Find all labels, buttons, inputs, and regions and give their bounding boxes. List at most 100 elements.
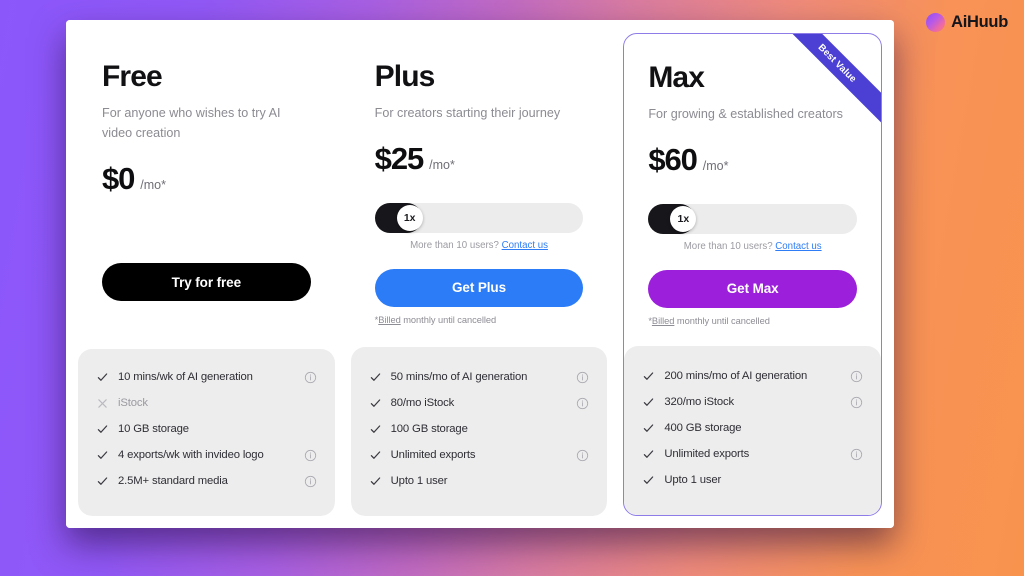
feature-list-plus: 50 mins/mo of AI generation 80/mo iStock (350, 347, 608, 516)
brand-name: AiHuub (951, 13, 1008, 31)
feature-label: Unlimited exports (390, 449, 476, 461)
info-icon[interactable] (304, 449, 317, 462)
plan-body-max: Max For growing & established creators $… (624, 34, 881, 346)
seat-slider-knob-plus[interactable]: 1x (396, 204, 423, 231)
billing-note-plus: *Billed monthly until cancelled (375, 315, 584, 325)
cta-try-for-free[interactable]: Try for free (102, 263, 311, 302)
list-item: 2.5M+ standard media (96, 468, 317, 494)
seat-slider-plus: 1x More than 10 users? Contact us (374, 202, 584, 251)
spacer-free-lower (102, 301, 311, 349)
plan-period-max: /mo* (702, 158, 729, 173)
feature-list-free: 10 mins/wk of AI generation iStock 10 GB (78, 349, 335, 516)
check-icon (642, 423, 655, 434)
list-item: Unlimited exports (369, 442, 590, 468)
check-icon (96, 450, 109, 461)
list-item: Upto 1 user (642, 467, 863, 493)
info-icon[interactable] (304, 475, 317, 488)
check-icon (369, 398, 382, 409)
plan-price-plus: $25 (374, 140, 425, 176)
billing-note-rest: monthly until cancelled (400, 314, 497, 325)
list-item: 320/mo iStock (642, 389, 863, 415)
seat-slider-note-plus: More than 10 users? Contact us (375, 240, 584, 251)
list-item: 50 mins/mo of AI generation (369, 364, 590, 390)
plan-price-free: $0 (102, 161, 135, 197)
feature-label: Upto 1 user (390, 475, 448, 487)
info-icon[interactable] (304, 371, 317, 384)
plan-card-plus: Plus For creators starting their journey… (350, 33, 608, 516)
spacer-max (648, 326, 857, 346)
info-icon[interactable] (850, 396, 863, 409)
billing-note-underlined: Billed (378, 314, 401, 325)
seat-slider-knob-max[interactable]: 1x (670, 205, 697, 232)
list-item: 10 GB storage (96, 416, 317, 442)
check-icon (96, 372, 109, 383)
list-item: iStock (96, 390, 317, 416)
list-item: Upto 1 user (369, 468, 590, 494)
plan-name-free: Free (102, 60, 163, 93)
check-icon (369, 424, 382, 435)
info-icon[interactable] (850, 448, 863, 461)
plan-period-free: /mo* (140, 178, 166, 193)
feature-list-max: 200 mins/mo of AI generation 320/mo iSto… (624, 346, 882, 515)
cross-icon (96, 398, 109, 409)
billing-note-underlined: Billed (651, 315, 675, 326)
feature-label: 10 mins/wk of AI generation (118, 371, 253, 383)
aihuub-logo-icon (926, 13, 946, 32)
plan-card-free: Free For anyone who wishes to try AI vid… (78, 33, 335, 516)
check-icon (642, 371, 655, 382)
feature-label: 2.5M+ standard media (118, 475, 228, 487)
feature-label: Upto 1 user (664, 474, 722, 486)
plan-price-row-max: $60 /mo* (648, 142, 857, 178)
seat-slider-note-text: More than 10 users? (683, 240, 773, 252)
seat-slider-note-max: More than 10 users? Contact us (648, 241, 857, 252)
seat-slider-max: 1x More than 10 users? Contact us (648, 203, 858, 252)
spacer-plus (375, 325, 584, 347)
feature-label: 200 mins/mo of AI generation (664, 370, 808, 382)
list-item: 100 GB storage (369, 416, 590, 442)
cta-get-plus[interactable]: Get Plus (374, 268, 584, 307)
plan-price-row-plus: $25 /mo* (375, 141, 584, 177)
contact-us-link-plus[interactable]: Contact us (502, 240, 548, 251)
cta-get-max[interactable]: Get Max (648, 269, 858, 308)
plan-body-plus: Plus For creators starting their journey… (351, 33, 608, 347)
feature-label: 100 GB storage (390, 423, 468, 435)
list-item: 400 GB storage (642, 415, 863, 441)
check-icon (369, 372, 382, 383)
plan-price-max: $60 (648, 141, 698, 177)
plan-description-max: For growing & established creators (648, 106, 843, 121)
check-icon (642, 397, 655, 408)
plan-name-max: Max (648, 61, 705, 94)
feature-label: iStock (118, 397, 148, 409)
check-icon (642, 449, 655, 460)
feature-label: 4 exports/wk with invideo logo (118, 449, 264, 461)
pricing-panel: Free For anyone who wishes to try AI vid… (66, 20, 894, 528)
feature-label: 400 GB storage (664, 422, 742, 434)
contact-us-link-max[interactable]: Contact us (775, 241, 821, 252)
feature-label: 50 mins/mo of AI generation (390, 371, 528, 383)
info-icon[interactable] (850, 370, 863, 383)
list-item: 80/mo iStock (369, 390, 590, 416)
list-item: 200 mins/mo of AI generation (642, 363, 863, 389)
check-icon (96, 476, 109, 487)
seat-slider-note-text: More than 10 users? (410, 239, 499, 251)
seat-slider-track-plus[interactable]: 1x (374, 202, 584, 233)
billing-note-rest: monthly until cancelled (674, 315, 770, 326)
check-icon (369, 450, 382, 461)
info-icon[interactable] (576, 371, 589, 384)
spacer-free (102, 197, 311, 245)
check-icon (96, 424, 109, 435)
feature-label: 320/mo iStock (664, 396, 734, 408)
list-item: 4 exports/wk with invideo logo (96, 442, 317, 468)
info-icon[interactable] (576, 449, 589, 462)
plan-body-free: Free For anyone who wishes to try AI vid… (78, 33, 335, 349)
plan-period-plus: /mo* (429, 157, 455, 172)
list-item: 10 mins/wk of AI generation (96, 364, 317, 390)
info-icon[interactable] (576, 397, 589, 410)
plan-description-free: For anyone who wishes to try AI video cr… (102, 105, 281, 140)
plan-description-plus: For creators starting their journey (374, 105, 561, 120)
seat-slider-track-max[interactable]: 1x (648, 203, 858, 234)
brand-logo: AiHuub (926, 13, 1008, 32)
feature-label: Unlimited exports (664, 448, 750, 460)
plan-name-plus: Plus (374, 60, 436, 93)
check-icon (369, 476, 382, 487)
